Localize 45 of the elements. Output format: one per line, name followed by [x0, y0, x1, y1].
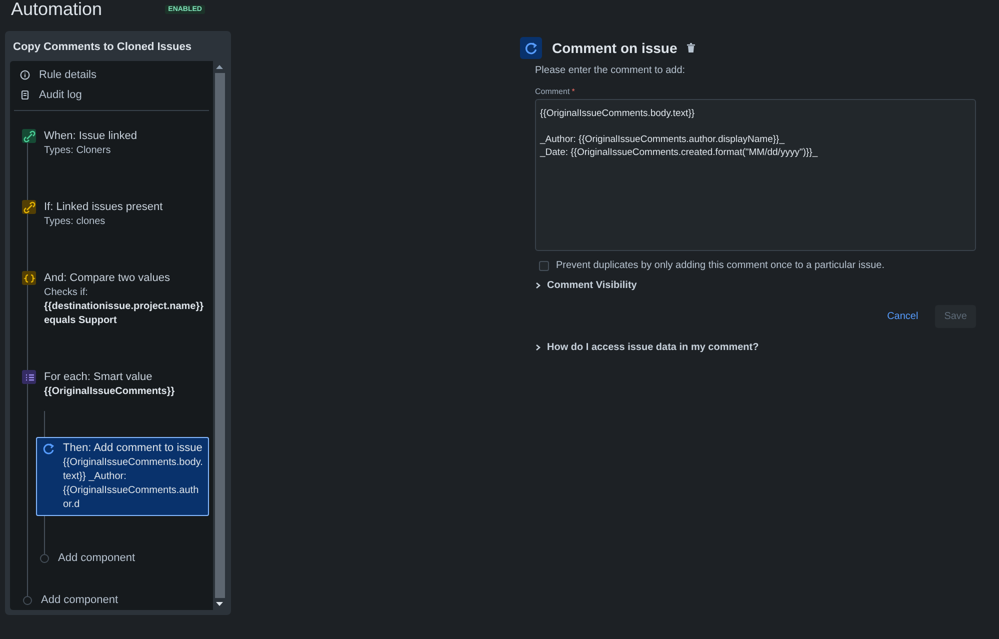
rule-step[interactable]: Then: Add comment to issue {{OriginalIssueComments.body.text}} _Author: {{OriginalIssueComments.author.d	[36, 437, 209, 516]
instruction-text: Please enter the comment to add:	[535, 65, 686, 76]
step-detail: Types: Cloners	[44, 144, 112, 158]
chevron-icon	[535, 344, 541, 351]
document-icon	[20, 90, 30, 100]
comment-field[interactable]: {{OriginalIssueComments.body.text}} _Author: {{OriginalIssueComments.author.displayName}}_ _Date: {{OriginalIssueComments.created.format("MM/dd/yyyy")}}_	[535, 99, 976, 251]
help-toggle[interactable]: How do I access issue data in my comment?	[535, 342, 759, 353]
chevron-icon	[535, 282, 541, 289]
scroll-down-icon[interactable]	[216, 602, 223, 606]
step-title: For each: Smart value	[44, 370, 154, 385]
section-toggle[interactable]: Comment Visibility	[535, 280, 637, 291]
step-icon	[22, 370, 36, 384]
rule-title: Copy Comments to Cloned Issues	[12, 40, 192, 55]
comment-action-icon	[520, 37, 542, 59]
editor-title: Comment on issue	[552, 40, 678, 56]
step-detail: {{destinationissue.project.name}} equals Support	[44, 300, 204, 328]
rule-step[interactable]: And: Compare two values Checks if: {{destinationissue.project.name}} equals Support	[17, 267, 209, 332]
rule-menu-link[interactable]: Rule details	[39, 69, 96, 81]
rule-step[interactable]: When: Issue linked Types: Cloners	[17, 125, 209, 162]
required-mark: *	[572, 87, 575, 96]
add-component-link[interactable]: Add component	[41, 594, 118, 606]
step-title: Then: Add comment to issue	[63, 441, 204, 456]
rule-menu-link[interactable]: Audit log	[39, 89, 82, 101]
add-component-link[interactable]: Add component	[58, 552, 136, 564]
scroll-up-icon[interactable]	[216, 65, 223, 69]
field-label: Comment	[535, 87, 570, 96]
step-title: If: Linked issues present	[44, 200, 163, 215]
step-detail: Types: clones	[44, 215, 106, 229]
step-title: And: Compare two values	[44, 271, 171, 286]
step-title: When: Issue linked	[44, 129, 137, 144]
info-icon	[20, 70, 30, 80]
page-title: Automation	[11, 0, 102, 20]
cancel-button[interactable]: Cancel	[878, 305, 928, 328]
step-detail: {{OriginalIssueComments.body.text}} _Author: {{OriginalIssueComments.author.d	[63, 456, 204, 512]
rule-step[interactable]: If: Linked issues present Types: clones	[17, 196, 209, 233]
step-detail: {{OriginalIssueComments}}	[44, 385, 175, 399]
step-icon	[22, 129, 36, 143]
rule-step[interactable]: For each: Smart value {{OriginalIssueComments}}	[17, 366, 209, 403]
step-icon	[41, 441, 55, 455]
step-icon	[22, 200, 36, 214]
trash-icon[interactable]	[687, 43, 696, 53]
checkbox[interactable]	[539, 260, 549, 270]
step-icon	[22, 271, 36, 285]
step-detail: Checks if:	[44, 286, 89, 300]
checkbox-label: Prevent duplicates by only adding this comment once to a particular issue.	[556, 260, 885, 271]
